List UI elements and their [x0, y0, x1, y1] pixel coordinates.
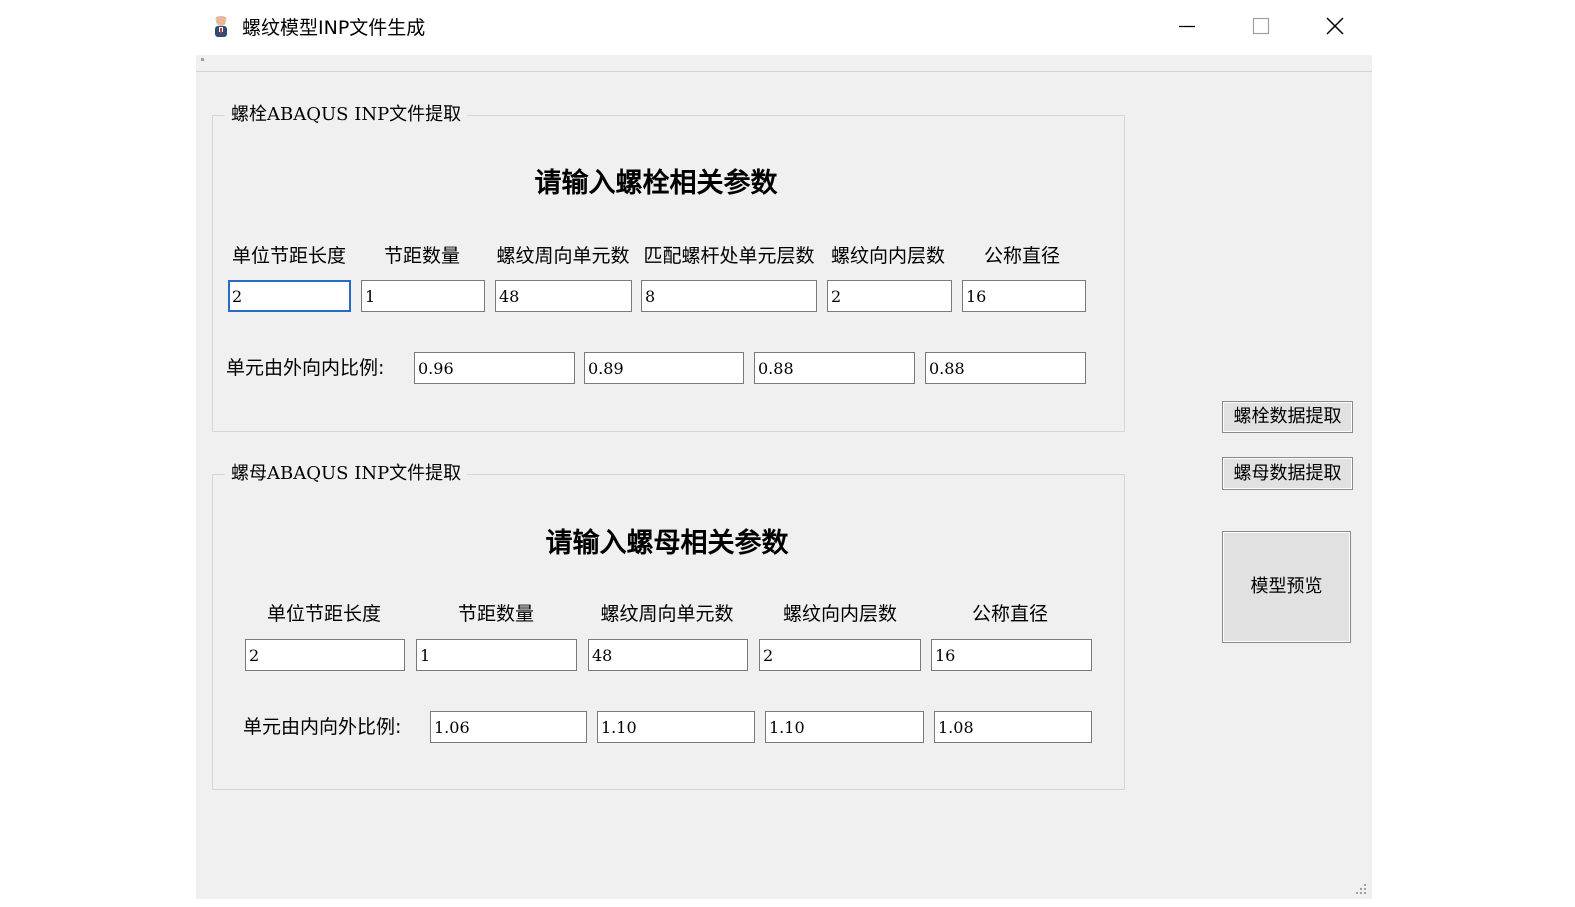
window-title: 螺纹模型INP文件生成: [242, 17, 426, 39]
minimize-button[interactable]: [1150, 0, 1224, 55]
bolt-groupbox: 螺栓ABAQUS INP文件提取: [212, 102, 1125, 432]
bolt-shank-layers-input[interactable]: [641, 280, 817, 312]
close-icon: [1325, 16, 1345, 40]
bolt-nominal-diameter-input[interactable]: [962, 280, 1086, 312]
nut-label-inward-layers: 螺纹向内层数: [782, 603, 897, 625]
nut-ratio-input-2[interactable]: [597, 711, 755, 743]
bolt-label-shank-layers: 匹配螺杆处单元层数: [643, 245, 815, 267]
bolt-ratio-label: 单元由外向内比例:: [226, 357, 385, 379]
bolt-label-inward-layers: 螺纹向内层数: [830, 245, 945, 267]
bolt-heading: 请输入螺栓相关参数: [534, 168, 778, 199]
bolt-pitch-length-input[interactable]: [228, 280, 351, 312]
app-icon: [210, 14, 232, 40]
nut-inward-layers-input[interactable]: [759, 639, 921, 671]
minimize-icon: [1178, 17, 1196, 39]
bolt-ratio-input-3[interactable]: [754, 352, 915, 384]
close-button[interactable]: [1298, 0, 1372, 55]
bolt-group-legend: 螺栓ABAQUS INP文件提取: [225, 102, 468, 128]
bolt-inward-layers-input[interactable]: [827, 280, 952, 312]
bolt-label-circ-elements: 螺纹周向单元数: [496, 245, 630, 267]
maximize-button[interactable]: [1224, 0, 1298, 55]
resize-grip-icon[interactable]: [1354, 881, 1368, 895]
nut-pitch-length-input[interactable]: [245, 639, 405, 671]
nut-heading: 请输入螺母相关参数: [545, 528, 789, 559]
bolt-ratio-input-2[interactable]: [584, 352, 744, 384]
nut-label-circ-elements: 螺纹周向单元数: [600, 603, 734, 625]
model-preview-button[interactable]: 模型预览: [1222, 531, 1351, 643]
menubar-grip-icon: [201, 58, 204, 61]
app-window: 螺纹模型INP文件生成 螺栓ABAQUS INP文件提取 请输入螺栓相关参数 单…: [196, 0, 1372, 899]
nut-ratio-input-1[interactable]: [430, 711, 587, 743]
nut-group-legend: 螺母ABAQUS INP文件提取: [225, 461, 468, 487]
bolt-extract-button[interactable]: 螺栓数据提取: [1222, 401, 1353, 433]
bolt-circ-elements-input[interactable]: [495, 280, 632, 312]
nut-pitch-count-input[interactable]: [416, 639, 577, 671]
bolt-pitch-count-input[interactable]: [361, 280, 485, 312]
menu-bar: [196, 55, 1372, 72]
bolt-label-nominal-diameter: 公称直径: [983, 245, 1060, 267]
nut-label-nominal-diameter: 公称直径: [971, 603, 1048, 625]
nut-label-pitch-length: 单位节距长度: [266, 603, 381, 625]
bolt-label-pitch-count: 节距数量: [383, 245, 460, 267]
maximize-icon: [1252, 17, 1270, 39]
nut-ratio-input-4[interactable]: [934, 711, 1092, 743]
title-bar[interactable]: 螺纹模型INP文件生成: [196, 0, 1372, 55]
nut-label-pitch-count: 节距数量: [457, 603, 534, 625]
bolt-ratio-input-4[interactable]: [925, 352, 1086, 384]
bolt-label-pitch-length: 单位节距长度: [231, 245, 346, 267]
nut-ratio-input-3[interactable]: [765, 711, 924, 743]
nut-circ-elements-input[interactable]: [588, 639, 748, 671]
nut-nominal-diameter-input[interactable]: [931, 639, 1092, 671]
bolt-ratio-input-1[interactable]: [414, 352, 575, 384]
nut-ratio-label: 单元由内向外比例:: [243, 716, 402, 738]
nut-extract-button[interactable]: 螺母数据提取: [1222, 457, 1353, 490]
